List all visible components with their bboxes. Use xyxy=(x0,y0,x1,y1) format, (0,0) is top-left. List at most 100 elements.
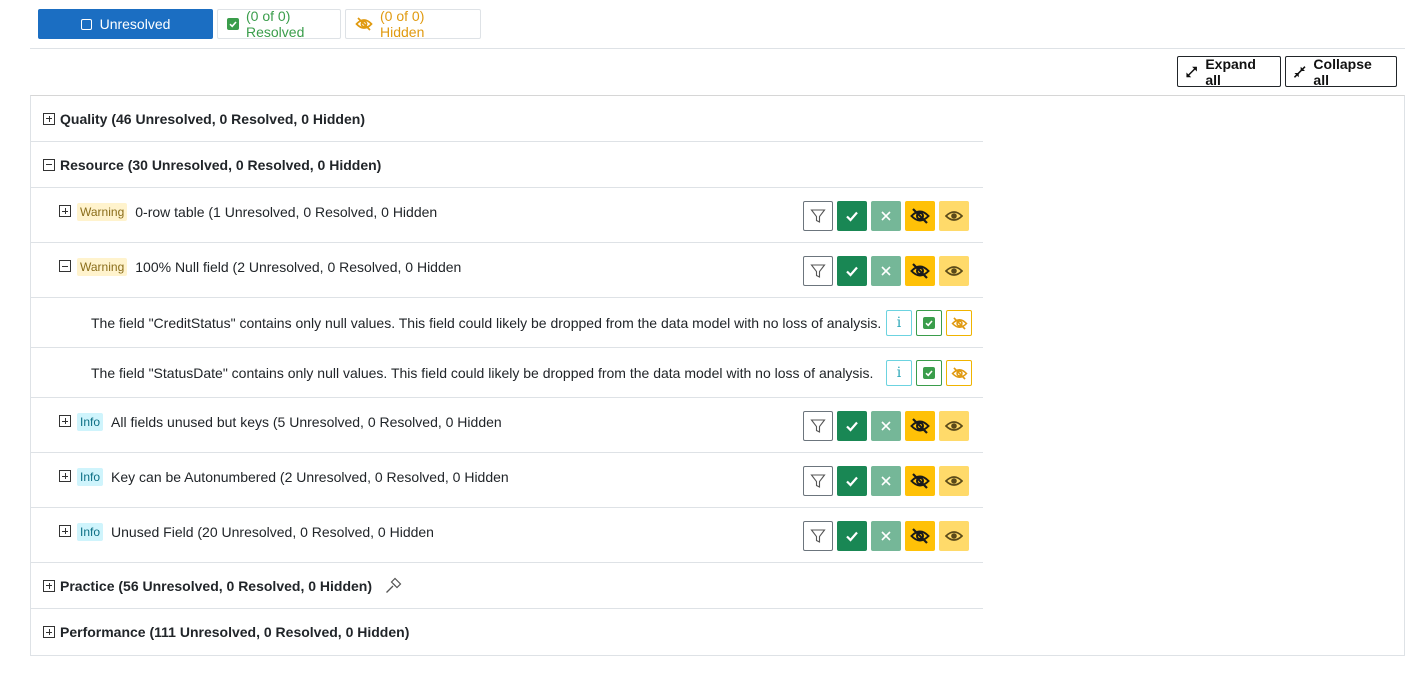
plus-square-icon[interactable] xyxy=(59,415,71,427)
category-label: Practice (56 Unresolved, 0 Resolved, 0 H… xyxy=(60,577,373,594)
rule-title: Key can be Autonumbered (2 Unresolved, 0… xyxy=(111,469,509,485)
tab-unresolved[interactable]: Unresolved xyxy=(38,9,213,39)
rule-row-all-fields-unused[interactable]: Info All fields unused but keys (5 Unres… xyxy=(31,398,983,453)
hide-button[interactable] xyxy=(905,201,935,231)
minus-square-icon[interactable] xyxy=(59,260,71,272)
collapse-all-label: Collapse all xyxy=(1313,55,1372,88)
resolve-button[interactable] xyxy=(837,521,867,551)
rule-title: All fields unused but keys (5 Unresolved… xyxy=(111,414,502,430)
unresolve-button[interactable] xyxy=(871,466,901,496)
close-icon xyxy=(881,531,891,541)
status-tabs: Unresolved (0 of 0) Resolved (0 of 0) Hi… xyxy=(38,8,481,40)
eye-icon xyxy=(945,531,963,541)
hammer-icon[interactable] xyxy=(384,577,402,595)
eye-slash-icon xyxy=(950,316,968,330)
issue-text: The field "StatusDate" contains only nul… xyxy=(91,364,874,381)
issue-toolbar: i xyxy=(886,310,972,336)
plus-square-icon[interactable] xyxy=(59,525,71,537)
filter-icon xyxy=(810,264,826,278)
category-label: Resource (30 Unresolved, 0 Resolved, 0 H… xyxy=(60,156,382,173)
check-square-icon xyxy=(923,317,935,329)
hide-button[interactable] xyxy=(905,466,935,496)
issue-row: The field "CreditStatus" contains only n… xyxy=(31,298,983,348)
tab-resolved-label: (0 of 0) Resolved xyxy=(246,8,305,40)
unresolve-button[interactable] xyxy=(871,411,901,441)
tab-resolved[interactable]: (0 of 0) Resolved xyxy=(217,8,341,40)
check-icon xyxy=(846,211,858,222)
resolve-button[interactable] xyxy=(837,466,867,496)
resolve-button[interactable] xyxy=(837,411,867,441)
hide-button[interactable] xyxy=(905,411,935,441)
resolve-button[interactable] xyxy=(837,256,867,286)
unresolve-button[interactable] xyxy=(871,201,901,231)
hide-issue-button[interactable] xyxy=(946,310,972,336)
show-button[interactable] xyxy=(939,466,969,496)
plus-square-icon[interactable] xyxy=(43,579,55,592)
plus-square-icon[interactable] xyxy=(43,626,55,638)
rule-row-100-null-field[interactable]: Warning 100% Null field (2 Unresolved, 0… xyxy=(31,243,983,298)
issue-toolbar: i xyxy=(886,360,972,386)
hide-issue-button[interactable] xyxy=(946,360,972,386)
rule-toolbar xyxy=(803,411,972,441)
resolve-issue-button[interactable] xyxy=(916,360,942,386)
collapse-all-button[interactable]: Collapse all xyxy=(1285,55,1397,88)
plus-square-icon[interactable] xyxy=(59,470,71,482)
unresolve-button[interactable] xyxy=(871,521,901,551)
expand-all-button[interactable]: Expand all xyxy=(1177,55,1281,88)
unresolve-button[interactable] xyxy=(871,256,901,286)
tab-hidden[interactable]: (0 of 0) Hidden xyxy=(345,8,481,40)
eye-slash-icon xyxy=(910,528,930,544)
expand-all-label: Expand all xyxy=(1205,55,1256,88)
eye-icon xyxy=(945,421,963,431)
info-button[interactable]: i xyxy=(886,360,912,386)
severity-badge: Info xyxy=(77,523,104,541)
filter-button[interactable] xyxy=(803,466,833,496)
category-resource[interactable]: Resource (30 Unresolved, 0 Resolved, 0 H… xyxy=(31,142,983,188)
hide-button[interactable] xyxy=(905,521,935,551)
rule-toolbar xyxy=(803,201,972,231)
collapse-arrows-icon xyxy=(1293,65,1306,78)
rule-toolbar xyxy=(803,521,972,551)
check-icon xyxy=(846,421,858,432)
check-icon xyxy=(846,266,858,277)
check-icon xyxy=(846,531,858,542)
tab-hidden-label: (0 of 0) Hidden xyxy=(380,8,425,40)
rule-row-0-row-table[interactable]: Warning 0-row table (1 Unresolved, 0 Res… xyxy=(31,188,983,243)
filter-icon xyxy=(810,419,826,433)
plus-square-icon[interactable] xyxy=(43,112,55,125)
resolve-issue-button[interactable] xyxy=(916,310,942,336)
check-icon xyxy=(846,476,858,487)
plus-square-icon[interactable] xyxy=(59,205,71,217)
filter-button[interactable] xyxy=(803,411,833,441)
category-performance[interactable]: Performance (111 Unresolved, 0 Resolved,… xyxy=(31,609,983,655)
filter-button[interactable] xyxy=(803,256,833,286)
check-square-icon xyxy=(227,18,239,30)
filter-icon xyxy=(810,474,826,488)
divider xyxy=(30,48,1405,49)
rule-toolbar xyxy=(803,256,972,286)
filter-icon xyxy=(810,209,826,223)
square-icon xyxy=(80,18,92,30)
eye-icon xyxy=(945,211,963,221)
resolve-button[interactable] xyxy=(837,201,867,231)
eye-icon xyxy=(945,266,963,276)
issue-text: The field "CreditStatus" contains only n… xyxy=(91,314,882,331)
show-button[interactable] xyxy=(939,256,969,286)
filter-button[interactable] xyxy=(803,521,833,551)
info-button[interactable]: i xyxy=(886,310,912,336)
eye-slash-icon xyxy=(910,418,930,434)
show-button[interactable] xyxy=(939,411,969,441)
filter-button[interactable] xyxy=(803,201,833,231)
rule-row-unused-field[interactable]: Info Unused Field (20 Unresolved, 0 Reso… xyxy=(31,508,983,563)
rule-row-key-autonumbered[interactable]: Info Key can be Autonumbered (2 Unresolv… xyxy=(31,453,983,508)
hide-button[interactable] xyxy=(905,256,935,286)
show-button[interactable] xyxy=(939,521,969,551)
info-icon: i xyxy=(896,365,902,381)
eye-slash-icon xyxy=(910,263,930,279)
expand-arrows-icon xyxy=(1186,66,1197,77)
eye-icon xyxy=(945,476,963,486)
show-button[interactable] xyxy=(939,201,969,231)
category-practice[interactable]: Practice (56 Unresolved, 0 Resolved, 0 H… xyxy=(31,563,983,609)
minus-square-icon[interactable] xyxy=(43,158,55,171)
category-quality[interactable]: Quality (46 Unresolved, 0 Resolved, 0 Hi… xyxy=(31,96,983,142)
